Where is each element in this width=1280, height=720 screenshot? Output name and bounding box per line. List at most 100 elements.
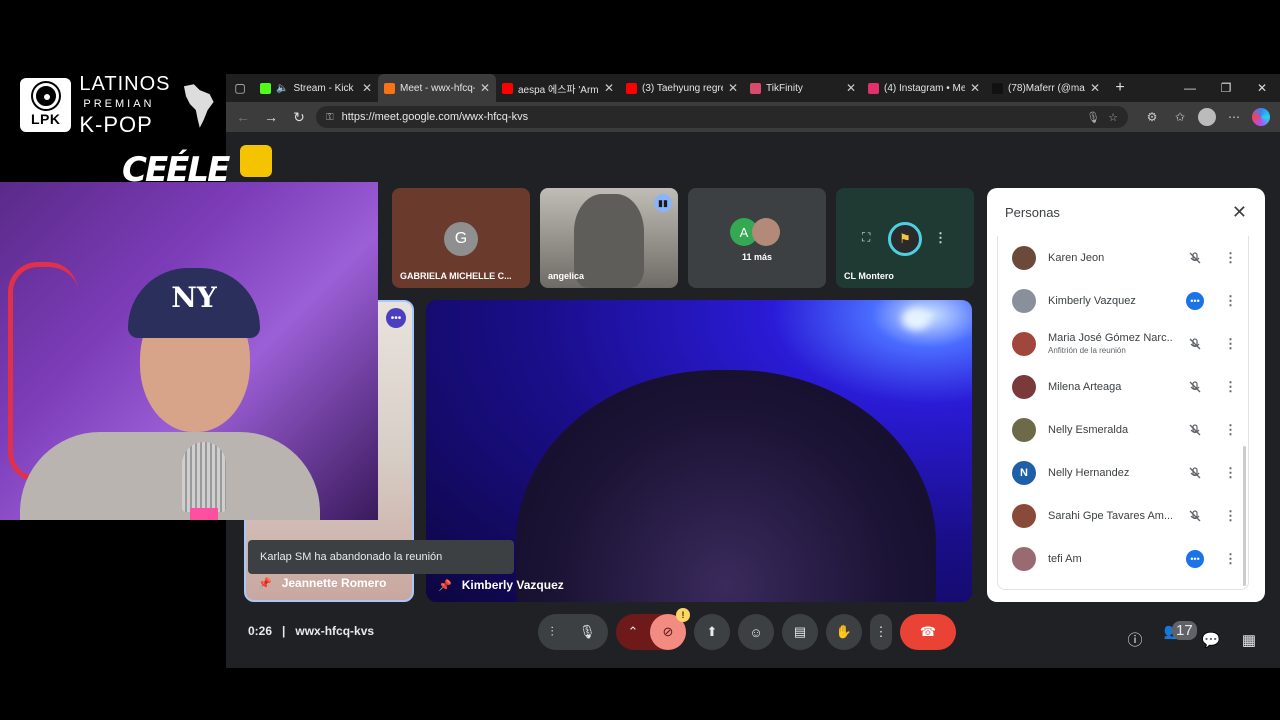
tile-gabriela[interactable]: G GABRIELA MICHELLE C... <box>392 188 530 288</box>
mic-off-icon[interactable] <box>1184 462 1206 484</box>
tab-favicon-icon <box>868 82 879 94</box>
microphone-control[interactable]: ⫶ 🎙 <box>538 614 608 650</box>
lpk-word-latinos: LATINOS <box>79 72 171 95</box>
speaking-indicator-icon[interactable]: ••• <box>1186 291 1204 310</box>
mic-off-icon[interactable] <box>1184 376 1206 398</box>
person-row[interactable]: Nelly Esmeralda ⋮ <box>998 408 1250 451</box>
browser-tab[interactable]: 🔈 Stream - Kick ✕ <box>254 74 378 102</box>
jeannette-name: Jeannette Romero <box>281 576 387 590</box>
mic-off-icon[interactable] <box>1184 419 1206 441</box>
tab-close-icon[interactable]: ✕ <box>1090 81 1100 95</box>
site-info-icon[interactable]: ⚿ <box>326 112 334 123</box>
present-screen-button[interactable]: ⬆ <box>694 614 730 650</box>
mic-in-use-icon[interactable]: 🎙 <box>1086 111 1100 124</box>
person-row[interactable]: Sarahi Gpe Tavares Am... ⋮ <box>998 494 1250 537</box>
more-options-icon[interactable]: ⋮ <box>1224 379 1237 395</box>
more-options-icon[interactable]: ⋮ <box>1224 508 1237 524</box>
browser-tab[interactable]: TikFinity ✕ <box>744 74 862 102</box>
mic-off-icon[interactable] <box>1184 333 1206 355</box>
tab-title: Meet - wwx-hfcq-kvs <box>400 82 475 94</box>
profile-avatar[interactable] <box>1198 108 1216 126</box>
tabs: 🔈Stream - Kick✕Meet - wwx-hfcq-kvs✕aespa… <box>254 74 1106 102</box>
new-tab-button[interactable]: + <box>1106 79 1134 97</box>
camera-options-chevron-icon[interactable]: ⌃ <box>616 624 650 640</box>
person-row[interactable]: Kimberly Vazquez ••• ⋮ <box>998 279 1250 322</box>
close-icon[interactable]: ✕ <box>1232 202 1247 223</box>
tile-label-cl-montero: CL Montero <box>844 271 894 281</box>
lpk-word-kpop: K-POP <box>79 111 153 137</box>
speaking-indicator-icon: ▮▮ <box>654 194 672 212</box>
person-row[interactable]: Maria José Gómez Narc... Anfitrión de la … <box>998 322 1250 365</box>
browser-tab[interactable]: (3) Taehyung regresa ✕ <box>620 74 744 102</box>
more-options-icon[interactable]: ⋮ <box>1224 293 1237 309</box>
meeting-details-icon[interactable]: ⓘ <box>1124 629 1146 650</box>
reactions-button[interactable]: ☺ <box>738 614 774 650</box>
captions-button[interactable]: ▤ <box>782 614 818 650</box>
back-icon[interactable]: ← <box>232 106 254 128</box>
camera-control[interactable]: ⌃ ⊘ ! <box>616 608 690 650</box>
tile-options-icon[interactable]: ••• <box>386 308 406 328</box>
menu-icon[interactable]: ⋯ <box>1224 110 1244 124</box>
raise-hand-button[interactable]: ✋ <box>826 614 862 650</box>
tile-cl-montero[interactable]: ⛶ ⚑ ⋮ CL Montero <box>836 188 974 288</box>
person-names: tefi Am <box>1048 553 1172 565</box>
hang-up-icon: ☎ <box>919 624 937 639</box>
reload-icon[interactable]: ↻ <box>288 106 310 128</box>
window-controls: — ❐ ✕ <box>1172 81 1280 95</box>
people-icon[interactable]: 👥17 <box>1162 621 1197 657</box>
avatar: N <box>1012 460 1036 485</box>
tile-name-jeannette: 📌 Jeannette Romero <box>258 576 386 590</box>
tab-favicon-icon <box>750 82 761 94</box>
browser-tab[interactable]: (78)Maferr (@maferr) ✕ <box>986 74 1106 102</box>
tile-more-participants[interactable]: A 11 más <box>688 188 826 288</box>
tab-close-icon[interactable]: ✕ <box>362 81 372 95</box>
favorites-icon[interactable]: ✩ <box>1170 110 1190 124</box>
person-row[interactable]: N Nelly Hernandez ⋮ <box>998 451 1250 494</box>
more-options-icon[interactable]: ⋮ <box>1224 422 1237 438</box>
url-text: https://meet.google.com/wwx-hfcq-kvs <box>341 111 529 123</box>
speaker-icon[interactable]: 🔈 <box>276 83 288 94</box>
person-row[interactable]: tefi Am ••• ⋮ <box>998 537 1250 580</box>
tab-close-icon[interactable]: ✕ <box>728 81 738 95</box>
tab-close-icon[interactable]: ✕ <box>480 81 490 95</box>
camera-off-icon[interactable]: ⊘ ! <box>650 608 690 650</box>
more-options-icon[interactable]: ⋮ <box>1224 250 1237 266</box>
tab-close-icon[interactable]: ✕ <box>846 81 856 95</box>
mic-icon[interactable]: 🎙 <box>579 624 596 640</box>
tab-actions-icon[interactable]: ▢ <box>226 74 254 102</box>
tile-angelica[interactable]: ▮▮ angelica <box>540 188 678 288</box>
frame-icon[interactable]: ⛶ <box>862 230 870 245</box>
tab-close-icon[interactable]: ✕ <box>604 81 614 95</box>
bookmark-star-icon[interactable]: ☆ <box>1108 111 1118 124</box>
tab-close-icon[interactable]: ✕ <box>970 81 980 95</box>
pin-icon[interactable]: 📌 <box>258 577 272 590</box>
close-window-icon[interactable]: ✕ <box>1244 81 1280 95</box>
tile-more-options-icon[interactable]: ⋮ <box>934 230 947 246</box>
address-bar[interactable]: ⚿ https://meet.google.com/wwx-hfcq-kvs 🎙… <box>316 106 1128 128</box>
mic-off-icon[interactable] <box>1184 505 1206 527</box>
more-options-button[interactable]: ⋮ <box>870 614 892 650</box>
person-row[interactable]: Milena Arteaga ⋮ <box>998 365 1250 408</box>
chat-icon[interactable]: 💬 <box>1200 631 1222 649</box>
meet-stage: G GABRIELA MICHELLE C... ▮▮ angelica A 1… <box>226 132 1280 668</box>
person-name: Karen Jeon <box>1048 251 1105 264</box>
copilot-icon[interactable] <box>1252 108 1270 126</box>
person-row[interactable]: Karen Jeon ⋮ <box>998 236 1250 279</box>
forward-icon[interactable]: → <box>260 106 282 128</box>
more-options-icon[interactable]: ⋮ <box>1224 465 1237 481</box>
restore-icon[interactable]: ❐ <box>1208 81 1244 95</box>
mic-off-icon[interactable] <box>1184 247 1206 269</box>
activities-icon[interactable]: ▦ <box>1238 631 1260 649</box>
more-options-icon[interactable]: ⋮ <box>1224 336 1237 352</box>
minimize-icon[interactable]: — <box>1172 81 1208 95</box>
extensions-icon[interactable]: ⚙ <box>1142 110 1162 124</box>
browser-tab[interactable]: (4) Instagram • Mensajes ✕ <box>862 74 986 102</box>
pin-icon[interactable]: 📌 <box>438 579 452 592</box>
browser-tab[interactable]: aespa 에스파 'Armageddon' ✕ <box>496 74 620 102</box>
speaking-indicator-icon[interactable]: ••• <box>1186 549 1204 568</box>
person-name: Kimberly Vazquez <box>1048 294 1136 307</box>
microphone-band <box>190 508 218 520</box>
leave-call-button[interactable]: ☎ <box>900 614 956 650</box>
more-options-icon[interactable]: ⋮ <box>1224 551 1237 567</box>
browser-tab[interactable]: Meet - wwx-hfcq-kvs ✕ <box>378 74 496 102</box>
